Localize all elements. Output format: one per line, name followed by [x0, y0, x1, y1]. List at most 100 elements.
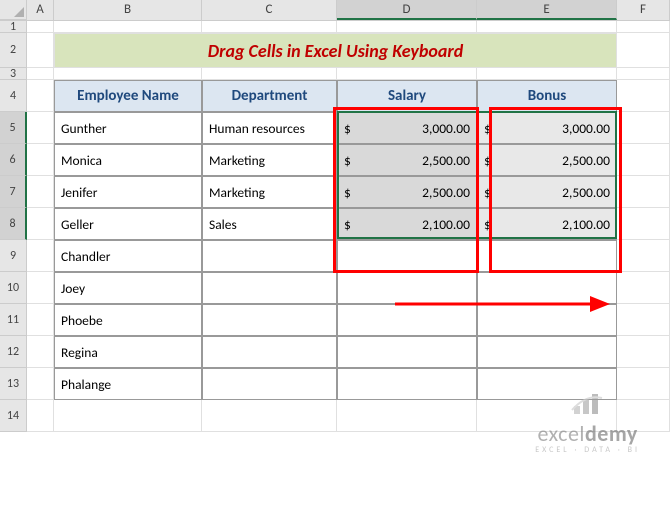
row-header-9[interactable]: 9: [0, 240, 27, 272]
cell-name[interactable]: Regina: [54, 336, 202, 368]
header-dept[interactable]: Department: [202, 80, 337, 112]
col-header-C[interactable]: C: [202, 0, 337, 20]
cell-A1[interactable]: [27, 21, 54, 33]
cell-bonus[interactable]: $2,500.00: [477, 144, 617, 176]
cell-C14[interactable]: [202, 400, 337, 432]
cell-salary[interactable]: $2,500.00: [337, 176, 477, 208]
cell-salary[interactable]: [337, 304, 477, 336]
cell-bonus[interactable]: $3,000.00: [477, 112, 617, 144]
cell-A9[interactable]: [27, 240, 54, 272]
cell-salary[interactable]: [337, 272, 477, 304]
cell-name[interactable]: Joey: [54, 272, 202, 304]
cell-dept[interactable]: [202, 272, 337, 304]
cell-F7[interactable]: [617, 176, 670, 208]
cell-E14[interactable]: [477, 400, 617, 432]
cell-A11[interactable]: [27, 304, 54, 336]
cell-bonus[interactable]: $2,100.00: [477, 208, 617, 240]
row-header-7[interactable]: 7: [0, 176, 27, 208]
cell-A13[interactable]: [27, 368, 54, 400]
col-header-D[interactable]: D: [337, 0, 477, 20]
cell-F13[interactable]: [617, 368, 670, 400]
cell-C3[interactable]: [202, 68, 337, 80]
cell-F10[interactable]: [617, 272, 670, 304]
row-header-2[interactable]: 2: [0, 33, 27, 68]
cell-F9[interactable]: [617, 240, 670, 272]
cell-bonus[interactable]: [477, 240, 617, 272]
cell-name[interactable]: Monica: [54, 144, 202, 176]
cell-A2[interactable]: [27, 33, 54, 68]
cell-dept[interactable]: Human resources: [202, 112, 337, 144]
cell-bonus[interactable]: [477, 272, 617, 304]
cell-name[interactable]: Phoebe: [54, 304, 202, 336]
cell-bonus[interactable]: $2,500.00: [477, 176, 617, 208]
col-header-B[interactable]: B: [54, 0, 202, 20]
cell-salary[interactable]: $3,000.00: [337, 112, 477, 144]
col-header-A[interactable]: A: [27, 0, 54, 20]
row-header-6[interactable]: 6: [0, 144, 27, 176]
cell-F1[interactable]: [617, 21, 670, 33]
cell-E3[interactable]: [477, 68, 617, 80]
cell-F14[interactable]: [617, 400, 670, 432]
row-header-5[interactable]: 5: [0, 112, 27, 144]
header-salary[interactable]: Salary: [337, 80, 477, 112]
row-header-4[interactable]: 4: [0, 80, 27, 112]
cell-dept[interactable]: Marketing: [202, 176, 337, 208]
cell-salary[interactable]: $2,500.00: [337, 144, 477, 176]
title-cell[interactable]: Drag Cells in Excel Using Keyboard: [54, 33, 617, 68]
cell-bonus[interactable]: [477, 336, 617, 368]
cell-name[interactable]: Chandler: [54, 240, 202, 272]
cell-F8[interactable]: [617, 208, 670, 240]
cell-B1[interactable]: [54, 21, 202, 33]
cell-salary[interactable]: $2,100.00: [337, 208, 477, 240]
row-header-14[interactable]: 14: [0, 400, 27, 432]
cell-dept[interactable]: [202, 368, 337, 400]
cell-name[interactable]: Phalange: [54, 368, 202, 400]
cell-A6[interactable]: [27, 144, 54, 176]
row-header-13[interactable]: 13: [0, 368, 27, 400]
cell-F11[interactable]: [617, 304, 670, 336]
cell-A5[interactable]: [27, 112, 54, 144]
cell-C1[interactable]: [202, 21, 337, 33]
cell-dept[interactable]: [202, 240, 337, 272]
cell-B3[interactable]: [54, 68, 202, 80]
cell-name[interactable]: Gunther: [54, 112, 202, 144]
cell-D14[interactable]: [337, 400, 477, 432]
cell-bonus[interactable]: [477, 368, 617, 400]
cell-name[interactable]: Geller: [54, 208, 202, 240]
cell-F2[interactable]: [617, 33, 670, 68]
cell-dept[interactable]: [202, 304, 337, 336]
cell-F6[interactable]: [617, 144, 670, 176]
row-header-3[interactable]: 3: [0, 68, 27, 80]
select-all-corner[interactable]: [0, 0, 27, 20]
cell-A7[interactable]: [27, 176, 54, 208]
cell-bonus[interactable]: [477, 304, 617, 336]
cell-F12[interactable]: [617, 336, 670, 368]
cell-D3[interactable]: [337, 68, 477, 80]
cell-A12[interactable]: [27, 336, 54, 368]
header-bonus[interactable]: Bonus: [477, 80, 617, 112]
cell-F5[interactable]: [617, 112, 670, 144]
cell-A4[interactable]: [27, 80, 54, 112]
row-header-12[interactable]: 12: [0, 336, 27, 368]
col-header-F[interactable]: F: [617, 0, 670, 20]
cell-dept[interactable]: [202, 336, 337, 368]
cell-F4[interactable]: [617, 80, 670, 112]
row-header-11[interactable]: 11: [0, 304, 27, 336]
row-header-1[interactable]: 1: [0, 21, 27, 33]
cell-dept[interactable]: Sales: [202, 208, 337, 240]
cell-F3[interactable]: [617, 68, 670, 80]
cell-salary[interactable]: [337, 336, 477, 368]
cell-A3[interactable]: [27, 68, 54, 80]
cell-A14[interactable]: [27, 400, 54, 432]
row-header-8[interactable]: 8: [0, 208, 27, 240]
cell-D1[interactable]: [337, 21, 477, 33]
cell-B14[interactable]: [54, 400, 202, 432]
cell-name[interactable]: Jenifer: [54, 176, 202, 208]
col-header-E[interactable]: E: [477, 0, 617, 20]
cell-salary[interactable]: [337, 368, 477, 400]
cell-salary[interactable]: [337, 240, 477, 272]
cell-dept[interactable]: Marketing: [202, 144, 337, 176]
header-name[interactable]: Employee Name: [54, 80, 202, 112]
cell-E1[interactable]: [477, 21, 617, 33]
cell-A8[interactable]: [27, 208, 54, 240]
